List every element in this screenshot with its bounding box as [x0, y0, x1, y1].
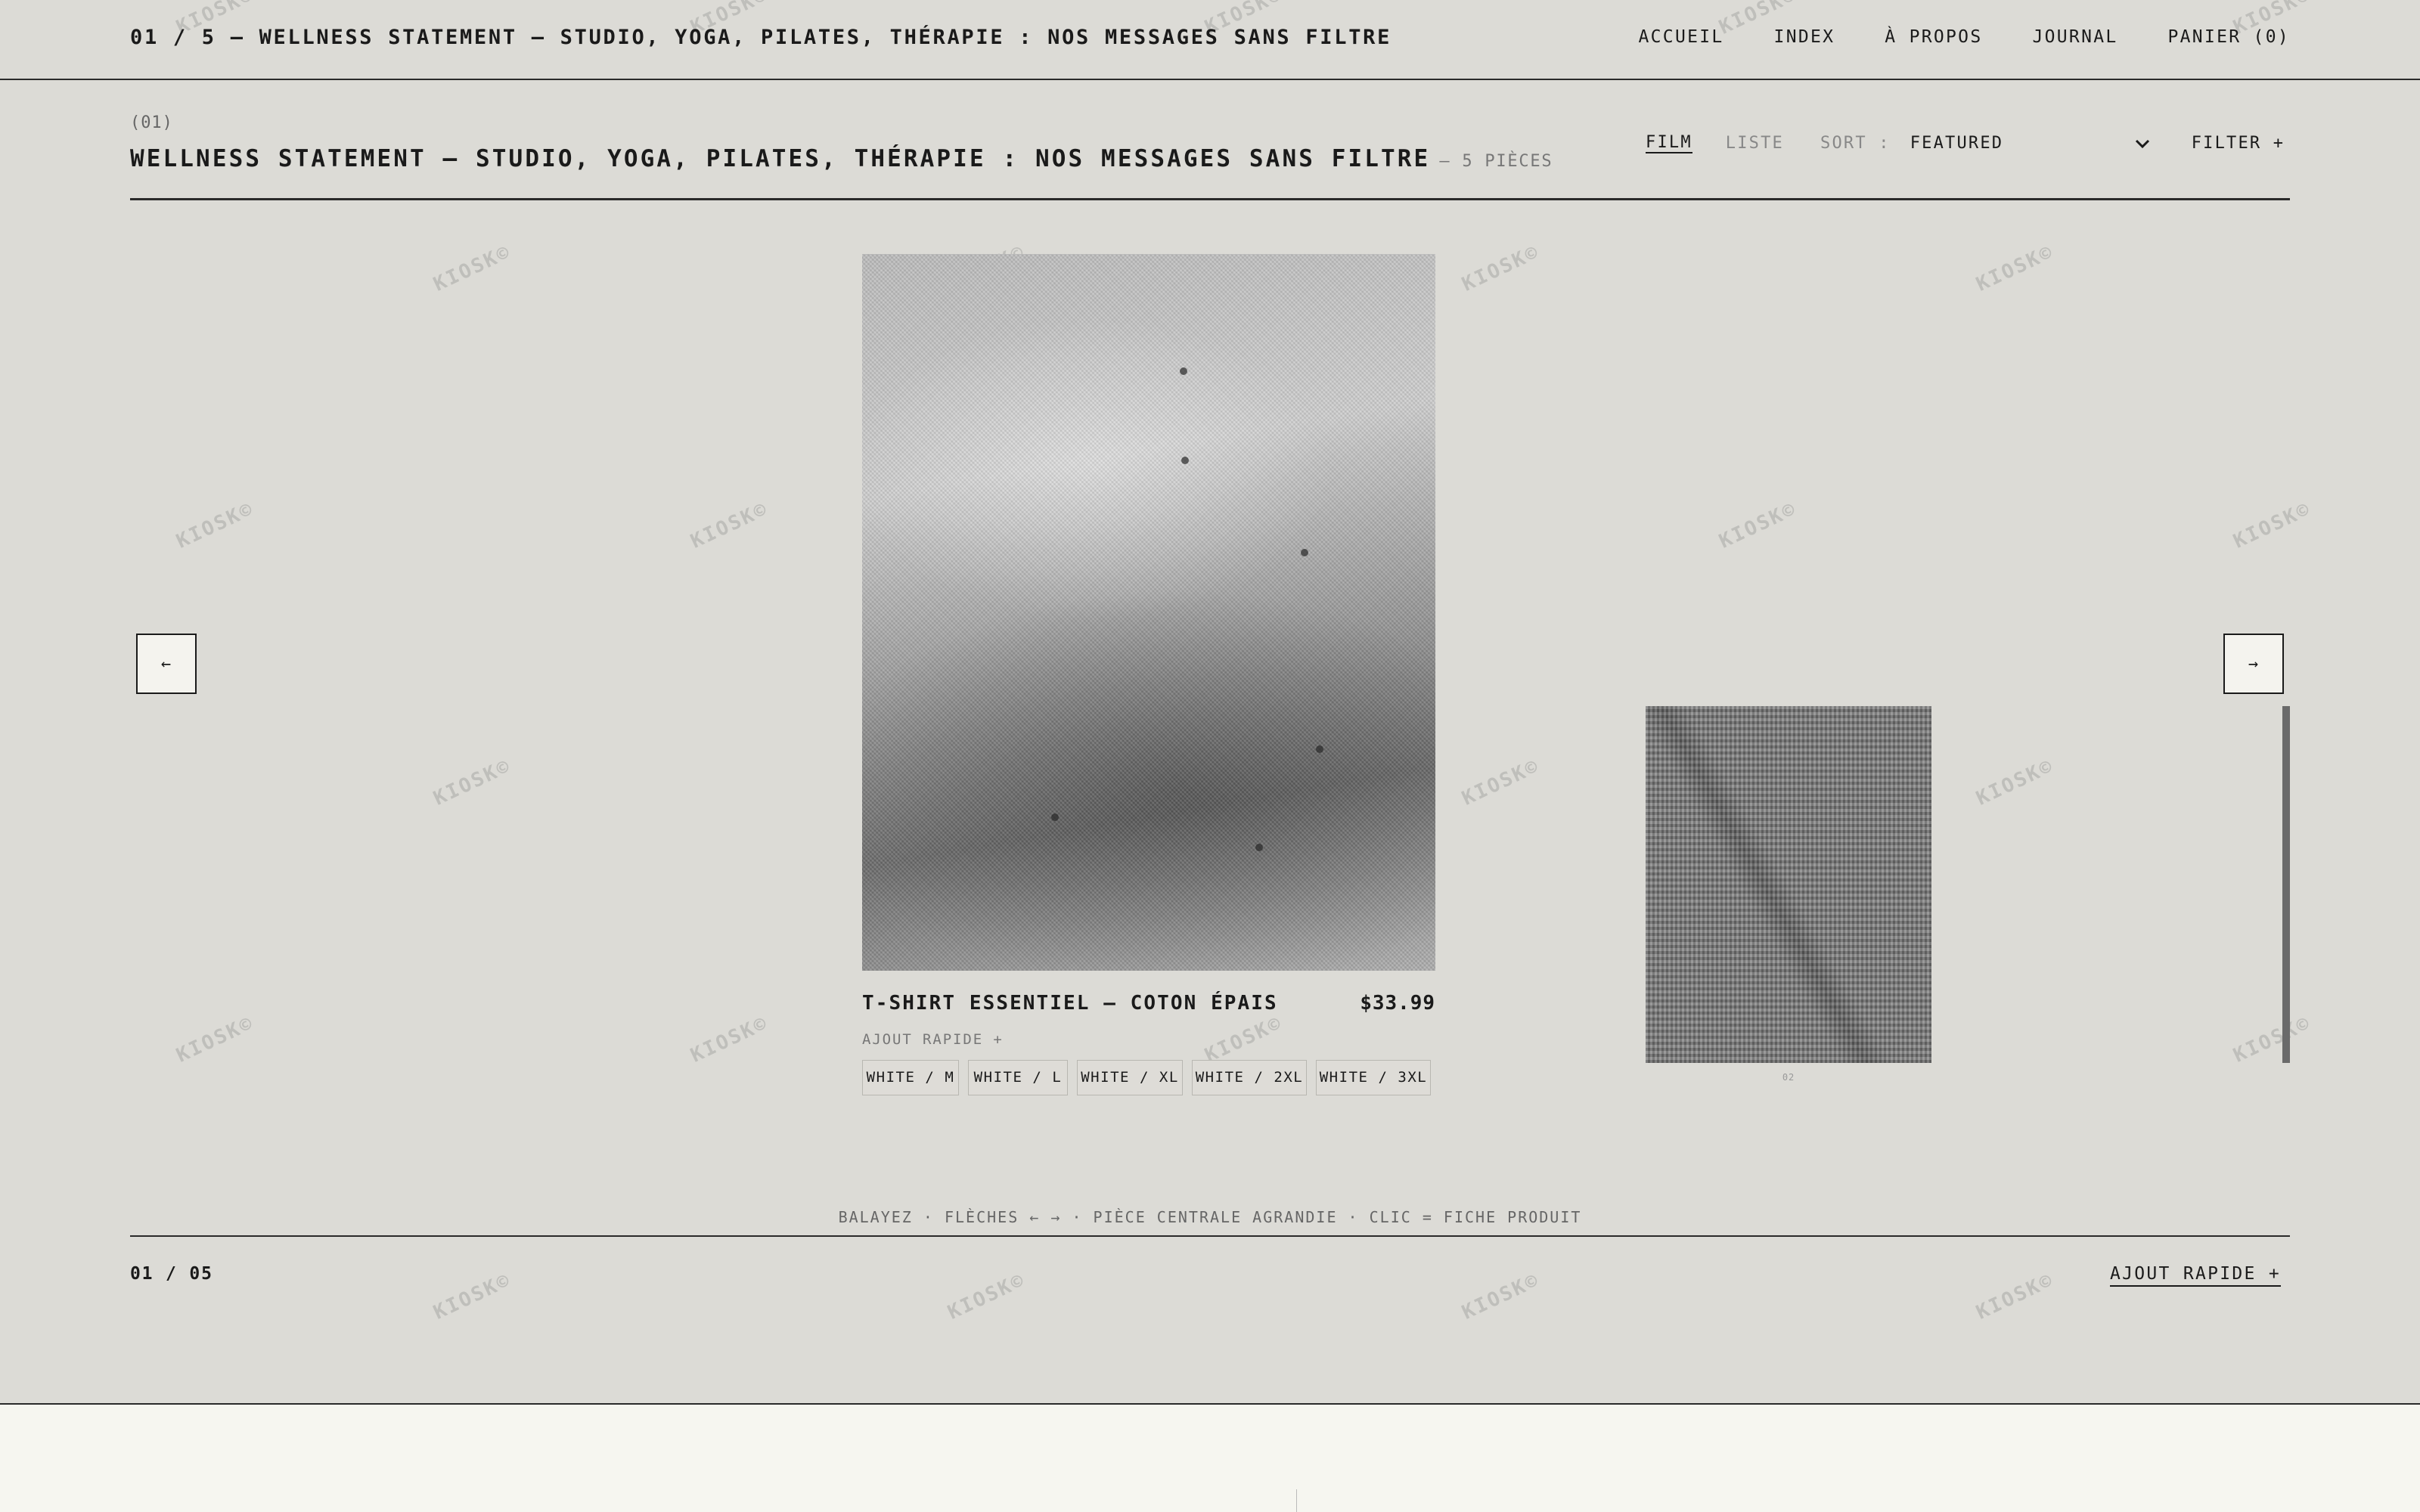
product-card-main[interactable]: T-SHIRT ESSENTIEL — COTON ÉPAIS $33.99 A…: [862, 254, 1435, 1095]
fabric-speck: [1051, 813, 1059, 821]
watermark: KIOSK©: [430, 1269, 515, 1325]
collection-count: — 5 PIÈCES: [1439, 152, 1553, 171]
product-card-peek[interactable]: [2282, 706, 2290, 1063]
watermark: KIOSK©: [1972, 1269, 2058, 1325]
nav-accueil[interactable]: ACCUEIL: [1639, 27, 1724, 47]
nav-a-propos[interactable]: À PROPOS: [1885, 27, 1982, 47]
watermark: KIOSK©: [430, 240, 515, 296]
filter-button[interactable]: FILTER +: [2192, 134, 2285, 153]
carousel-hint: BALAYEZ · FLÈCHES ← → · PIÈCE CENTRALE A…: [838, 1208, 1582, 1226]
arrow-left-icon: ←: [160, 654, 172, 674]
sort-label: SORT :: [1820, 134, 1891, 153]
watermark: KIOSK©: [687, 497, 772, 553]
variant-white-l[interactable]: WHITE / L: [968, 1060, 1068, 1095]
watermark: KIOSK©: [2229, 1012, 2315, 1067]
variant-white-2xl[interactable]: WHITE / 2XL: [1192, 1060, 1307, 1095]
bottom-divider: [130, 1235, 2290, 1237]
footer-section: [0, 1403, 2420, 1512]
watermark: KIOSK©: [1972, 240, 2058, 296]
quick-add-link[interactable]: AJOUT RAPIDE +: [2109, 1264, 2281, 1287]
collection-index: (01): [130, 113, 173, 132]
watermark: KIOSK©: [1458, 240, 1544, 296]
product-image-next[interactable]: [1646, 706, 1931, 1063]
view-liste-toggle[interactable]: LISTE: [1726, 134, 1784, 153]
view-controls: FILM LISTE SORT : FEATURED FILTER +: [1646, 133, 2285, 153]
main-nav: ACCUEIL INDEX À PROPOS JOURNAL PANIER (0…: [1639, 27, 2290, 47]
watermark: KIOSK©: [2229, 497, 2315, 553]
fabric-speck: [1181, 457, 1189, 464]
fabric-speck: [1180, 367, 1187, 375]
nav-journal[interactable]: JOURNAL: [2032, 27, 2118, 47]
variant-white-m[interactable]: WHITE / M: [862, 1060, 959, 1095]
watermark: KIOSK©: [430, 754, 515, 810]
quick-add-button[interactable]: AJOUT RAPIDE +: [862, 1031, 1435, 1048]
chevron-down-icon: [2135, 139, 2149, 148]
product-image[interactable]: [862, 254, 1435, 971]
product-caption-next: 02: [1782, 1072, 1795, 1083]
footer-divider: [1296, 1489, 1297, 1512]
slide-counter: 01 / 05: [130, 1264, 213, 1284]
watermark: KIOSK©: [1458, 1269, 1544, 1325]
fabric-speck: [1316, 745, 1323, 753]
watermark: KIOSK©: [1972, 754, 2058, 810]
view-film-toggle[interactable]: FILM: [1646, 133, 1692, 153]
variant-white-xl[interactable]: WHITE / XL: [1077, 1060, 1183, 1095]
carousel-prev-button[interactable]: ←: [136, 634, 197, 694]
collection-title: WELLNESS STATEMENT – STUDIO, YOGA, PILAT…: [130, 145, 1553, 172]
product-card-next[interactable]: 02: [1646, 706, 1931, 1083]
product-price: $33.99: [1360, 992, 1435, 1015]
section-divider: [130, 198, 2290, 200]
collection-title-text: WELLNESS STATEMENT – STUDIO, YOGA, PILAT…: [130, 145, 1431, 172]
nav-panier[interactable]: PANIER (0): [2168, 27, 2290, 47]
arrow-right-icon: →: [2248, 654, 2260, 674]
product-name[interactable]: T-SHIRT ESSENTIEL — COTON ÉPAIS: [862, 992, 1278, 1015]
fabric-speck: [1255, 844, 1263, 851]
watermark: KIOSK©: [172, 1012, 258, 1067]
watermark: KIOSK©: [1715, 497, 1801, 553]
watermark: KIOSK©: [1458, 754, 1544, 810]
sort-value: FEATURED: [1910, 134, 2004, 153]
variant-list: WHITE / M WHITE / L WHITE / XL WHITE / 2…: [862, 1060, 1435, 1095]
top-header: 01 / 5 — WELLNESS STATEMENT – STUDIO, YO…: [0, 0, 2420, 80]
nav-index[interactable]: INDEX: [1774, 27, 1835, 47]
carousel-next-button[interactable]: →: [2223, 634, 2284, 694]
variant-white-3xl[interactable]: WHITE / 3XL: [1316, 1060, 1431, 1095]
fabric-speck: [1301, 549, 1308, 556]
watermark: KIOSK©: [172, 497, 258, 553]
header-title: 01 / 5 — WELLNESS STATEMENT – STUDIO, YO…: [130, 26, 1392, 49]
watermark: KIOSK©: [944, 1269, 1029, 1325]
watermark: KIOSK©: [687, 1012, 772, 1067]
sort-select[interactable]: FEATURED: [1910, 134, 2151, 153]
